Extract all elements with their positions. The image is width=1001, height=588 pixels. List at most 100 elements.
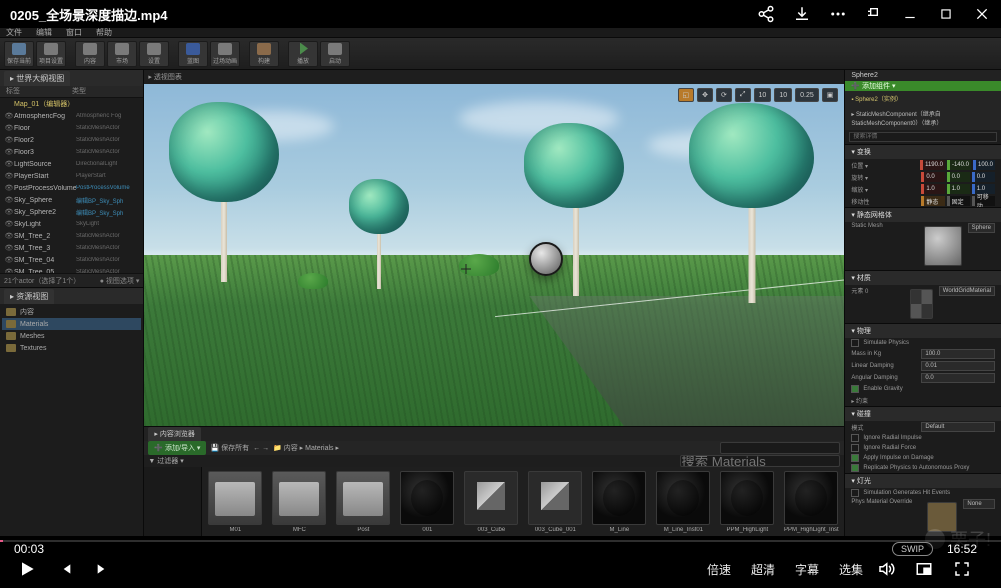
section-static-mesh[interactable]: ▾ 静态网格体 [845, 208, 1001, 222]
cb-asset-grid[interactable]: M01MFCPost001003_Cube003_Cube_001M_LineM… [202, 467, 844, 536]
level-viewport[interactable]: ◱ ✥ ⟳ ⤢ 10 10 0.25 ▣ [144, 84, 844, 426]
loc-y[interactable]: -140.0 [947, 160, 971, 170]
tb-blueprint[interactable]: 蓝图 [178, 41, 208, 67]
vp-snap-angle[interactable]: 10 [774, 88, 792, 102]
viewport-tab[interactable]: ▸ 透视图表 [148, 72, 181, 82]
cb-add-button[interactable]: ➕ 添加/导入 ▾ [148, 441, 206, 455]
folder-row[interactable]: 内容 [2, 306, 141, 318]
loc-z[interactable]: 100.0 [973, 160, 995, 170]
asset-item[interactable]: 001 [398, 471, 456, 533]
tb-project[interactable]: 项目设置 [36, 41, 66, 67]
asset-item[interactable]: PPM_HighLight [718, 471, 776, 533]
speed-button[interactable]: 倍速 [707, 561, 731, 578]
mesh-thumb[interactable] [924, 226, 962, 266]
details-tab[interactable]: Sphere2 [845, 70, 1001, 81]
episodes-button[interactable]: 选集 [839, 561, 863, 578]
outliner-item[interactable]: 👁SkyLightSkyLight [0, 218, 143, 230]
tb-launch[interactable]: 启动 [320, 41, 350, 67]
mob-stationary[interactable]: 固定 [947, 196, 970, 206]
share-icon[interactable] [757, 5, 775, 23]
mat-thumb[interactable] [910, 289, 933, 319]
cb-filter[interactable]: ▼ 过滤器 ▾ [148, 456, 183, 466]
checkbox[interactable] [851, 464, 859, 472]
section-materials[interactable]: ▾ 材质 [845, 271, 1001, 285]
cb-source-tree[interactable] [144, 467, 202, 536]
more-icon[interactable] [829, 5, 847, 23]
sphere-actor[interactable] [529, 242, 563, 276]
component-row[interactable]: ▸ StaticMeshComponent（继承自StaticMeshCompo… [845, 106, 1001, 130]
outliner-item[interactable]: 👁Floor2StaticMeshActor [0, 134, 143, 146]
asset-item[interactable]: M_Line_Inst01 [654, 471, 712, 533]
checkbox[interactable] [851, 434, 859, 442]
checkbox[interactable] [851, 385, 859, 393]
volume-icon[interactable] [873, 556, 899, 582]
breadcrumb[interactable]: 📁 内容 ▸ Materials ▸ [273, 443, 339, 453]
outliner-item[interactable]: 👁SM_Tree_05StaticMeshActor [0, 266, 143, 273]
quality-button[interactable]: 超清 [751, 561, 775, 578]
outliner-item[interactable]: 👁SM_Tree_04StaticMeshActor [0, 254, 143, 266]
tb-content[interactable]: 内容 [75, 41, 105, 67]
section-lighting[interactable]: ▾ 灯光 [845, 474, 1001, 488]
scale-y[interactable]: 1.0 [947, 184, 970, 194]
lin-damp-field[interactable]: 0.01 [921, 361, 995, 371]
cb-save-all[interactable]: 💾 保存所有 [210, 443, 249, 453]
scale-x[interactable]: 1.0 [921, 184, 944, 194]
fullscreen-icon[interactable] [949, 556, 975, 582]
physmat-dropdown[interactable]: None [963, 499, 995, 509]
pip-icon[interactable] [911, 556, 937, 582]
mass-field[interactable]: 100.0 [921, 349, 995, 359]
world-row[interactable]: Map_01（编辑器） [0, 98, 143, 110]
cb-tab[interactable]: ▸ 内容浏览器 [148, 427, 200, 441]
asset-item[interactable]: M_Line [590, 471, 648, 533]
play-button[interactable] [14, 556, 40, 582]
prev-button[interactable] [52, 556, 78, 582]
download-icon[interactable] [793, 5, 811, 23]
world-outliner[interactable]: Map_01（编辑器）👁AtmosphericFogAtmospheric Fo… [0, 98, 143, 273]
progress-bar[interactable] [0, 540, 1001, 542]
asset-item[interactable]: 003_Cube [462, 471, 520, 533]
tb-save[interactable]: 保存当前 [4, 41, 34, 67]
cb-search-input[interactable] [720, 442, 840, 454]
outliner-item[interactable]: 👁AtmosphericFogAtmospheric Fog [0, 110, 143, 122]
tb-play[interactable]: 播放 [288, 41, 318, 67]
mesh-dropdown[interactable]: Sphere [968, 223, 995, 233]
outliner-item[interactable]: 👁SM_Tree_3StaticMeshActor [0, 242, 143, 254]
asset-item[interactable]: 003_Cube_001 [526, 471, 584, 533]
checkbox[interactable] [851, 339, 859, 347]
folder-row[interactable]: Meshes [2, 330, 141, 342]
pin-icon[interactable] [865, 5, 883, 23]
menu-file[interactable]: 文件 [6, 27, 22, 38]
checkbox[interactable] [851, 454, 859, 462]
outliner-item[interactable]: 👁Sky_Sphere编辑BP_Sky_Sph [0, 194, 143, 206]
minimize-icon[interactable] [901, 5, 919, 23]
add-component-button[interactable]: ➕ 添加组件 ▾ [845, 81, 1001, 91]
outliner-tab[interactable]: ▸ 世界大纲视图 [4, 71, 70, 86]
tb-cinematics[interactable]: 过场动画 [210, 41, 240, 67]
rot-z[interactable]: 0.0 [972, 172, 995, 182]
section-collision[interactable]: ▾ 碰撞 [845, 407, 1001, 421]
asset-item[interactable]: MFC [270, 471, 328, 533]
next-button[interactable] [90, 556, 116, 582]
ang-damp-field[interactable]: 0.0 [921, 373, 995, 383]
outliner-item[interactable]: 👁PostProcessVolumePostProcessVolume [0, 182, 143, 194]
mob-movable[interactable]: 可移动 [972, 196, 995, 206]
checkbox[interactable] [851, 489, 859, 497]
mob-static[interactable]: 静态 [921, 196, 944, 206]
folder-row[interactable]: Materials [2, 318, 141, 330]
outliner-item[interactable]: 👁SM_Tree_2StaticMeshActor [0, 230, 143, 242]
vp-scale-icon[interactable]: ⤢ [735, 88, 751, 102]
section-transform[interactable]: ▾ 变换 [845, 145, 1001, 159]
vp-snap-scale[interactable]: 0.25 [795, 88, 819, 102]
tb-settings[interactable]: 设置 [139, 41, 169, 67]
constraints-toggle[interactable]: ▸ 约束 [851, 396, 921, 405]
details-search[interactable] [849, 132, 997, 142]
loc-x[interactable]: 1190.0 [920, 160, 945, 170]
menu-help[interactable]: 帮助 [96, 27, 112, 38]
sources-tab[interactable]: ▸ 资源视图 [4, 289, 54, 304]
vp-snap-grid[interactable]: 10 [754, 88, 772, 102]
folder-row[interactable]: Textures [2, 342, 141, 354]
outliner-item[interactable]: 👁Floor3StaticMeshActor [0, 146, 143, 158]
vp-translate-icon[interactable]: ✥ [697, 88, 713, 102]
checkbox[interactable] [851, 444, 859, 452]
tb-market[interactable]: 市场 [107, 41, 137, 67]
